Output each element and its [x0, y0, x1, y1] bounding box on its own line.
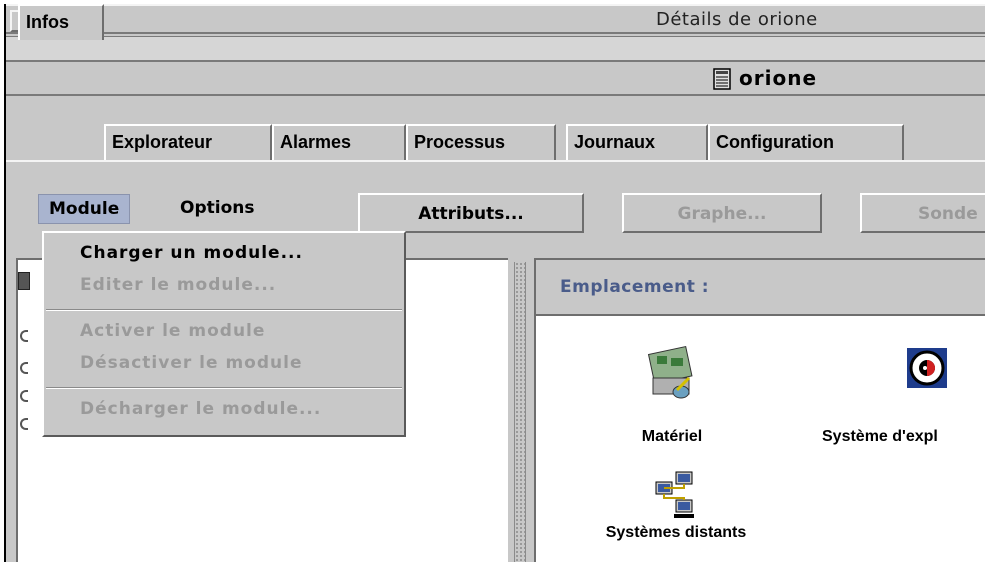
tree-node-icon: [20, 418, 28, 430]
content-panel: Emplacement : Matériel Système d'expl Sy…: [534, 258, 985, 562]
menu-item-disable-module[interactable]: Désactiver le module: [80, 353, 302, 373]
menu-item-enable-module[interactable]: Activer le module: [80, 321, 265, 341]
tree-node-icon: [20, 362, 28, 374]
operating-system-label: Système d'expl: [822, 428, 938, 445]
header-strip: [6, 36, 985, 60]
location-bar: Emplacement :: [536, 260, 985, 316]
host-name: orione: [739, 66, 818, 90]
menu-options[interactable]: Options: [170, 194, 264, 224]
remote-systems-item[interactable]: Systèmes distants: [576, 470, 776, 542]
graph-button[interactable]: Graphe...: [622, 193, 822, 233]
title-bar[interactable]: Détails de orione: [6, 4, 985, 34]
remote-systems-label: Systèmes distants: [605, 524, 747, 541]
hardware-item[interactable]: Matériel: [612, 344, 732, 446]
menu-item-load-module[interactable]: Charger un module...: [80, 243, 303, 263]
operating-system-item[interactable]: Système d'expl: [816, 344, 985, 446]
tab-explorateur[interactable]: Explorateur: [104, 124, 272, 160]
remote-systems-icon: [655, 471, 694, 518]
tab-alarmes[interactable]: Alarmes: [272, 124, 406, 160]
menu-separator: [46, 309, 402, 311]
tree-host-icon: [18, 272, 30, 290]
menu-item-edit-module[interactable]: Editer le module...: [80, 275, 276, 295]
tab-configuration[interactable]: Configuration: [708, 124, 904, 160]
details-window: Détails de orione orione Infos Explorate…: [4, 4, 985, 562]
tab-journaux[interactable]: Journaux: [566, 124, 708, 160]
tab-infos[interactable]: Infos: [18, 4, 104, 40]
window-title: Détails de orione: [656, 9, 818, 30]
tree-node-icon: [20, 330, 28, 342]
probe-button[interactable]: Sonde: [860, 193, 985, 233]
attributes-button[interactable]: Attributs...: [358, 193, 584, 233]
menu-module[interactable]: Module: [38, 194, 131, 224]
tree-node-icon: [20, 390, 28, 402]
tab-processus[interactable]: Processus: [406, 124, 556, 160]
tab-baseline: [6, 160, 985, 162]
operating-system-icon: [907, 348, 947, 388]
pane-splitter[interactable]: [514, 262, 526, 562]
host-header: orione: [6, 36, 985, 96]
hardware-label: Matériel: [641, 428, 703, 445]
menu-separator: [46, 387, 402, 389]
host-icon: [713, 68, 731, 90]
location-label: Emplacement :: [560, 277, 710, 297]
menu-item-unload-module[interactable]: Décharger le module...: [80, 399, 321, 419]
hardware-icon: [647, 345, 693, 399]
module-dropdown-menu: Charger un module... Editer le module...…: [42, 231, 406, 437]
